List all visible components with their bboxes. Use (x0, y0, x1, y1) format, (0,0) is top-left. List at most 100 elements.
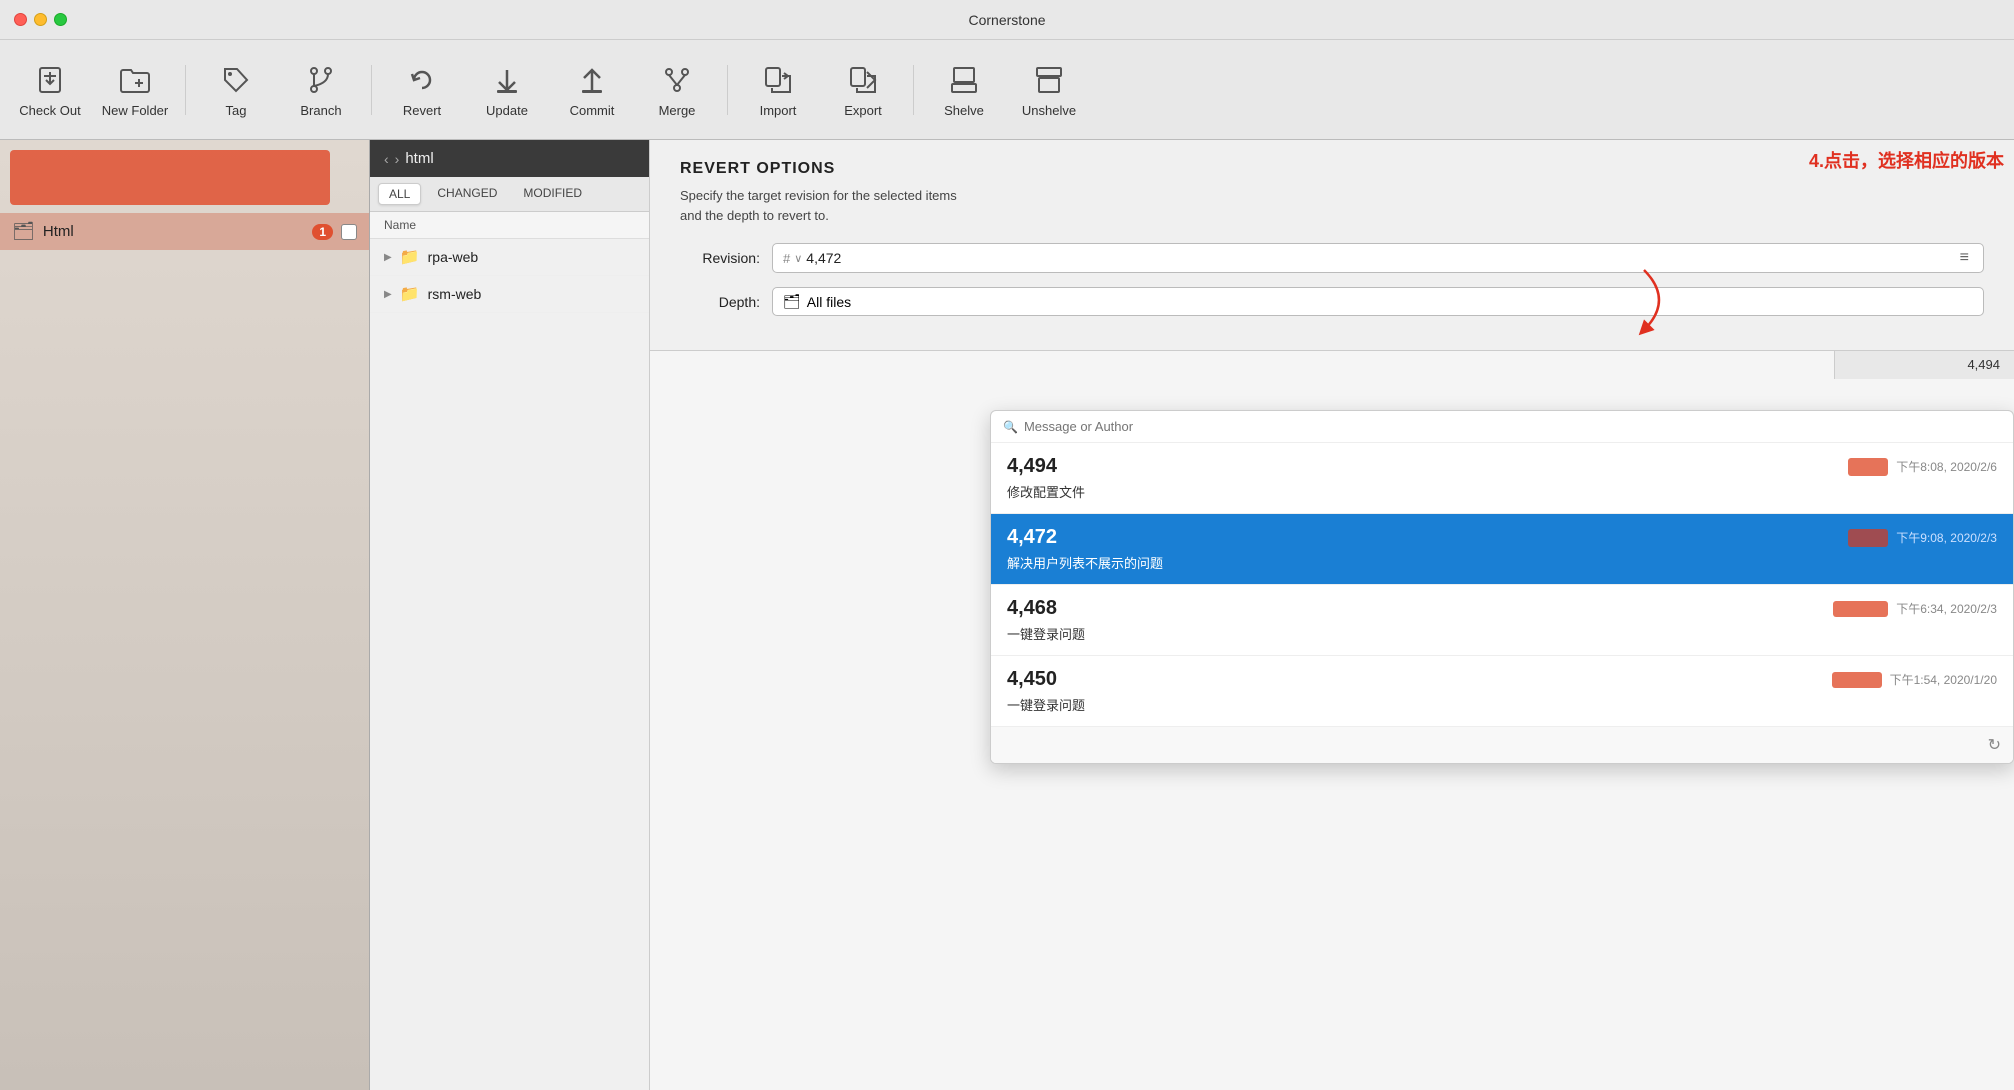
file-item-rpa-web[interactable]: ▶ 📁 rpa-web (370, 239, 649, 276)
revision-column-value: 4,494 (1835, 350, 2014, 379)
search-input[interactable] (1024, 419, 2001, 434)
commit-msg-4472: 解决用户列表不展示的问题 (1007, 553, 1997, 572)
commit-msg-4494: 修改配置文件 (1007, 482, 1997, 501)
export-label: Export (844, 103, 882, 118)
tag-icon (217, 61, 255, 99)
shelve-icon (945, 61, 983, 99)
dropdown-search-bar: 🔍 (991, 411, 2013, 443)
revision-label: Revision: (680, 250, 760, 266)
commit-number-4450: 4,450 (1007, 668, 1057, 691)
branch-label: Branch (300, 103, 341, 118)
content-area: 4.点击，选择相应的版本 REVERT OPTIONS Specify the … (650, 140, 2014, 1090)
new-folder-button[interactable]: New Folder (95, 50, 175, 130)
revert-button[interactable]: Revert (382, 50, 462, 130)
shelve-label: Shelve (944, 103, 984, 118)
tab-modified[interactable]: MODIFIED (513, 183, 592, 205)
unshelve-label: Unshelve (1022, 103, 1076, 118)
commit-meta-area-4472: 下午9:08, 2020/2/3 (1848, 529, 1997, 547)
revision-row: Revision: # ∨ 4,472 ≡ (680, 243, 1984, 273)
commit-msg-4450: 一键登录问题 (1007, 695, 1997, 714)
dropdown-bottom-bar: ↻ (991, 727, 2013, 763)
window-title: Cornerstone (968, 12, 1045, 28)
revision-menu-button[interactable]: ≡ (1956, 249, 1973, 267)
commit-item-4468[interactable]: 4,468 下午6:34, 2020/2/3 一键登录问题 (991, 585, 2013, 656)
sidebar-checkbox[interactable] (341, 224, 357, 240)
minimize-button[interactable] (34, 13, 47, 26)
export-button[interactable]: Export (823, 50, 903, 130)
commit-date-4450: 下午1:54, 2020/1/20 (1890, 671, 1997, 688)
tag-button[interactable]: Tag (196, 50, 276, 130)
import-button[interactable]: Import (738, 50, 818, 130)
tag-label: Tag (226, 103, 247, 118)
maximize-button[interactable] (54, 13, 67, 26)
new-folder-label: New Folder (102, 103, 168, 118)
toolbar-sep-4 (913, 65, 914, 115)
commit-date-4494: 下午8:08, 2020/2/6 (1896, 458, 1997, 475)
commit-date-4472: 下午9:08, 2020/2/3 (1896, 529, 1997, 546)
traffic-lights (14, 13, 67, 26)
merge-button[interactable]: Merge (637, 50, 717, 130)
sidebar: 🗂 Html 1 (0, 140, 370, 1090)
nav-back-button[interactable]: ‹ (384, 151, 389, 167)
commit-item-4450[interactable]: 4,450 下午1:54, 2020/1/20 一键登录问题 (991, 656, 2013, 727)
sidebar-item-html[interactable]: 🗂 Html 1 (0, 213, 369, 250)
commit-avatar-4450 (1832, 672, 1882, 688)
revert-description: Specify the target revision for the sele… (680, 186, 1984, 225)
commit-icon (573, 61, 611, 99)
refresh-button[interactable]: ↻ (1988, 735, 2001, 755)
nav-forward-button[interactable]: › (395, 151, 400, 167)
branch-button[interactable]: Branch (281, 50, 361, 130)
revert-dialog: REVERT OPTIONS Specify the target revisi… (650, 140, 2014, 351)
commit-meta-area-4494: 下午8:08, 2020/2/6 (1848, 458, 1997, 476)
titlebar: Cornerstone (0, 0, 2014, 40)
commit-meta-area-4450: 下午1:54, 2020/1/20 (1832, 671, 1997, 688)
search-icon: 🔍 (1003, 420, 1018, 434)
tab-all[interactable]: ALL (378, 183, 421, 205)
depth-input-field[interactable]: 🗂 All files (772, 287, 1984, 316)
tab-changed[interactable]: CHANGED (427, 183, 507, 205)
file-name-rpa: rpa-web (428, 249, 479, 265)
import-label: Import (760, 103, 797, 118)
export-icon (844, 61, 882, 99)
toolbar-sep-2 (371, 65, 372, 115)
revert-label: Revert (403, 103, 441, 118)
revert-desc-text: Specify the target revision for the sele… (680, 188, 957, 223)
toolbar-sep-3 (727, 65, 728, 115)
revert-icon (403, 61, 441, 99)
expand-icon-rpa: ▶ (384, 252, 392, 263)
update-button[interactable]: Update (467, 50, 547, 130)
shelve-button[interactable]: Shelve (924, 50, 1004, 130)
file-list: ▶ 📁 rpa-web ▶ 📁 rsm-web (370, 239, 649, 1090)
commit-meta-area-4468: 下午6:34, 2020/2/3 (1833, 600, 1997, 617)
folder-icon-rsm: 📁 (400, 284, 420, 304)
commit-number-4472: 4,472 (1007, 526, 1057, 549)
column-header: Name (370, 212, 649, 239)
update-label: Update (486, 103, 528, 118)
revision-input-field[interactable]: # ∨ 4,472 ≡ (772, 243, 1984, 273)
filter-tabs: ALL CHANGED MODIFIED (370, 177, 649, 212)
commit-item-4494[interactable]: 4,494 下午8:08, 2020/2/6 修改配置文件 (991, 443, 2013, 514)
unshelve-button[interactable]: Unshelve (1009, 50, 1089, 130)
commit-avatar-4472 (1848, 529, 1888, 547)
file-name-rsm: rsm-web (428, 286, 482, 302)
file-panel-header: ‹ › html (370, 140, 649, 177)
depth-value: All files (807, 294, 851, 310)
main-layout: 🗂 Html 1 ‹ › html ALL CHANGED MODIFIED N… (0, 140, 2014, 1090)
commit-msg-4468: 一键登录问题 (1007, 624, 1997, 643)
commit-button[interactable]: Commit (552, 50, 632, 130)
file-panel-title: html (405, 150, 433, 167)
commit-item-4472[interactable]: 4,472 下午9:08, 2020/2/3 解决用户列表不展示的问题 (991, 514, 2013, 585)
merge-label: Merge (659, 103, 696, 118)
close-button[interactable] (14, 13, 27, 26)
expand-icon-rsm: ▶ (384, 289, 392, 300)
hash-symbol: # (783, 251, 790, 266)
dropdown-panel: 🔍 4,494 下午8:08, 2020/2/6 修改配置文件 4,472 (990, 410, 2014, 764)
file-item-rsm-web[interactable]: ▶ 📁 rsm-web (370, 276, 649, 313)
file-panel: ‹ › html ALL CHANGED MODIFIED Name ▶ 📁 r… (370, 140, 650, 1090)
toolbar: Check Out New Folder Tag (0, 40, 2014, 140)
branch-icon (302, 61, 340, 99)
commit-date-4468: 下午6:34, 2020/2/3 (1896, 600, 1997, 617)
sidebar-redacted-area (10, 150, 330, 205)
check-out-label: Check Out (19, 103, 80, 118)
check-out-button[interactable]: Check Out (10, 50, 90, 130)
